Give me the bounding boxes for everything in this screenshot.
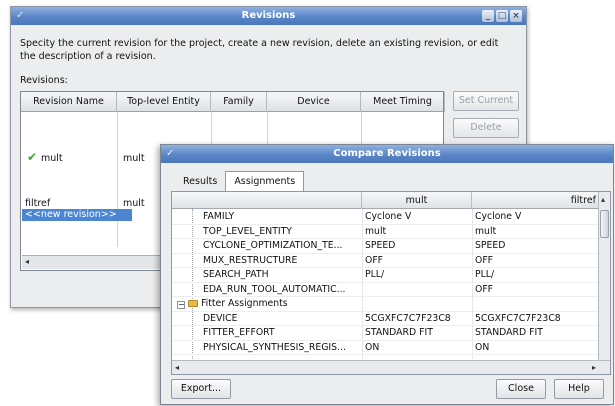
value-mult: 5CGXFC7C7F23C8	[365, 312, 451, 324]
value-mult: STANDARD FIT	[365, 327, 433, 338]
close-icon[interactable]: ×	[510, 10, 522, 22]
tab-assignments[interactable]: Assignments	[225, 171, 305, 191]
compare-tabs: Results Assignments	[175, 171, 305, 191]
revisions-titlebar[interactable]: ✓ Revisions _ □ ×	[11, 7, 526, 25]
value-filtref: mult	[475, 225, 497, 237]
col-meet-timing[interactable]: Meet Timing	[361, 92, 445, 112]
col-setting[interactable]	[172, 192, 362, 209]
setting-name: DEVICE	[203, 312, 238, 324]
scroll-left-icon[interactable]: ◂	[25, 257, 29, 266]
compare-revisions-window: ✓ Compare Revisions Results Assignments …	[160, 144, 614, 405]
value-mult: PLL/	[365, 269, 385, 280]
setting-name: TOP_LEVEL_ENTITY	[203, 225, 292, 237]
folder-icon	[188, 300, 198, 307]
checkmark-icon: ✔	[27, 150, 38, 164]
value-filtref: OFF	[475, 254, 494, 266]
col-top-level-entity[interactable]: Top-level Entity	[117, 92, 211, 112]
revisions-title: Revisions	[241, 10, 296, 21]
help-button[interactable]: Help	[554, 379, 604, 399]
tab-results[interactable]: Results	[175, 173, 225, 191]
revisions-description: Specity the current revision for the pro…	[20, 38, 499, 62]
value-mult: Cyclone V	[365, 211, 412, 222]
value-mult: SPEED	[365, 240, 396, 251]
value-filtref: 5CGXFC7C7F23C8	[475, 312, 561, 324]
table-row[interactable]: MUX_RESTRUCTURE OFF OFF	[172, 254, 600, 268]
setting-name: PHYSICAL_SYNTHESIS_REGIS...	[203, 341, 346, 353]
table-row[interactable]: SEARCH_PATH PLL/ PLL/	[172, 268, 600, 283]
horizontal-scrollbar[interactable]: ◂	[22, 255, 172, 269]
revision-name: <<new revision>>	[25, 209, 117, 220]
table-row[interactable]: TOP_LEVEL_ENTITY mult mult	[172, 225, 600, 239]
compare-titlebar[interactable]: ✓ Compare Revisions	[161, 145, 613, 163]
collapse-icon[interactable]: −	[177, 301, 185, 309]
group-row-fitter-assignments[interactable]: − Fitter Assignments	[172, 297, 600, 312]
set-current-button[interactable]: Set Current	[453, 91, 519, 111]
delete-button[interactable]: Delete	[453, 118, 519, 138]
setting-name: FAMILY	[203, 211, 235, 222]
horizontal-scrollbar[interactable]: ◂ ▸	[172, 360, 610, 374]
revisions-label: Revisions:	[20, 75, 68, 86]
revision-name: mult	[41, 153, 63, 164]
setting-name: EDA_RUN_TOOL_AUTOMATIC...	[203, 283, 346, 295]
maximize-icon[interactable]: □	[496, 10, 508, 22]
table-row-new-revision[interactable]: <<new revision>>	[22, 209, 132, 221]
assignments-grid[interactable]: mult filtref FAMILY Cyclone V Cyclone V …	[171, 191, 611, 375]
group-name: Fitter Assignments	[201, 298, 288, 309]
export-button[interactable]: Export...	[171, 379, 231, 399]
col-revision-name[interactable]: Revision Name	[21, 92, 117, 112]
table-row[interactable]: FAMILY Cyclone V Cyclone V	[172, 210, 600, 225]
table-row[interactable]: CYCLONE_OPTIMIZATION_TE... SPEED SPEED	[172, 239, 600, 254]
col-mult[interactable]: mult	[362, 192, 472, 209]
col-device[interactable]: Device	[267, 92, 361, 112]
close-button[interactable]: Close	[496, 379, 546, 399]
scroll-right-icon[interactable]: ▸	[592, 363, 596, 372]
table-row[interactable]: PHYSICAL_SYNTHESIS_REGIS... ON ON	[172, 341, 600, 355]
col-filtref[interactable]: filtref	[472, 192, 600, 209]
scroll-up-icon[interactable]: ▴	[601, 195, 605, 204]
value-filtref: ON	[475, 341, 490, 353]
compare-title: Compare Revisions	[333, 148, 441, 159]
revision-entity: mult	[123, 198, 145, 209]
revision-entity: mult	[123, 153, 145, 164]
table-row[interactable]: FITTER_EFFORT STANDARD FIT STANDARD FIT	[172, 326, 600, 341]
vertical-scrollbar[interactable]: ▴	[598, 192, 610, 360]
minimize-icon[interactable]: _	[482, 10, 494, 22]
value-filtref: PLL/	[475, 269, 495, 280]
col-family[interactable]: Family	[211, 92, 267, 112]
setting-name: CYCLONE_OPTIMIZATION_TE...	[203, 240, 343, 251]
table-row[interactable]: DEVICE 5CGXFC7C7F23C8 5CGXFC7C7F23C8	[172, 312, 600, 326]
value-mult: OFF	[365, 254, 384, 266]
scrollbar-thumb[interactable]	[600, 210, 609, 238]
revision-name: filtref	[25, 198, 51, 209]
value-filtref: SPEED	[475, 240, 506, 251]
value-mult: ON	[365, 341, 380, 353]
value-filtref: Cyclone V	[475, 211, 522, 222]
scroll-left-icon[interactable]: ◂	[175, 363, 179, 372]
revisions-table-header: Revision Name Top-level Entity Family De…	[21, 92, 445, 112]
value-filtref: OFF	[475, 283, 494, 295]
value-mult: mult	[365, 225, 387, 237]
table-row[interactable]: EDA_RUN_TOOL_AUTOMATIC... OFF	[172, 283, 600, 297]
value-filtref: STANDARD FIT	[475, 327, 543, 338]
grid-header: mult filtref	[172, 192, 610, 209]
setting-name: SEARCH_PATH	[203, 269, 269, 280]
setting-name: MUX_RESTRUCTURE	[203, 254, 298, 266]
setting-name: FITTER_EFFORT	[203, 327, 275, 338]
